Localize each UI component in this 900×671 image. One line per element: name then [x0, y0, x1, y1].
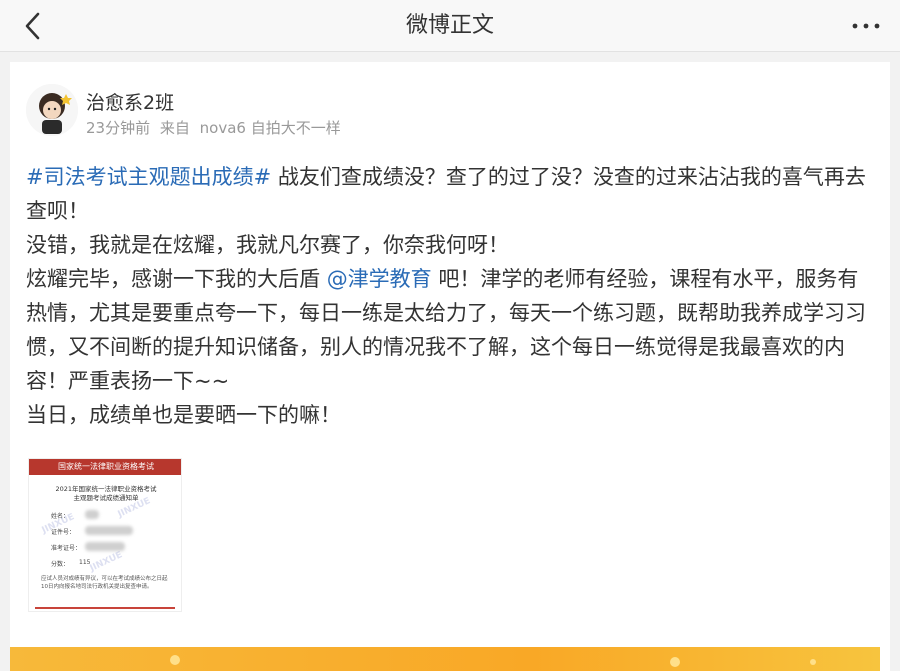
image-label-permit: 准考证号：: [51, 545, 82, 552]
post-line-3-pre: 炫耀完毕，感谢一下我的大后盾: [26, 267, 327, 291]
promo-banner[interactable]: [10, 647, 880, 671]
page-title: 微博正文: [405, 13, 494, 38]
more-dots-icon[interactable]: [848, 10, 884, 42]
watermark: JINXUE: [88, 550, 125, 574]
banner-decoration: [670, 657, 680, 667]
redacted-name: [85, 510, 99, 519]
author-name[interactable]: 治愈系2班: [86, 88, 174, 115]
banner-decoration: [170, 655, 180, 665]
score-report-image[interactable]: 国家统一法律职业资格考试 2021年国家统一法律职业资格考试 主观题考试成绩通知…: [28, 458, 182, 612]
redacted-id: [85, 526, 133, 535]
mention-link[interactable]: @津学教育: [327, 267, 432, 291]
source-prefix: 来自: [159, 119, 190, 137]
weibo-post-card: 治愈系2班 23分钟前 来自 nova6 自拍大不一样 #司法考试主观题出成绩#…: [10, 62, 890, 671]
image-label-score: 分数：: [51, 561, 70, 568]
avatar[interactable]: [26, 84, 78, 136]
image-header: 国家统一法律职业资格考试: [29, 459, 181, 475]
hashtag-link[interactable]: #司法考试主观题出成绩#: [26, 165, 271, 189]
post-text: #司法考试主观题出成绩# 战友们查成绩没？查了的过了没？没查的过来沾沾我的喜气再…: [26, 160, 878, 432]
post-paragraph-4: 当日，成绩单也是要晒一下的嘛！: [26, 403, 341, 427]
image-note: 应试人员对成绩有异议，可以在考试成绩公布之日起10日内向报名地司法行政机关提出复…: [41, 576, 168, 590]
post-meta: 23分钟前 来自 nova6 自拍大不一样: [86, 117, 346, 138]
post-time: 23分钟前: [86, 119, 151, 137]
post-device[interactable]: nova6 自拍大不一样: [200, 119, 341, 137]
post-paragraph-2: 没错，我就是在炫耀，我就凡尔赛了，你奈我何呀！: [26, 233, 509, 257]
post-paragraph-3: 炫耀完毕，感谢一下我的大后盾 @津学教育 吧！津学的老师有经验，课程有水平，服务…: [26, 262, 878, 398]
top-nav-bar: 微博正文: [0, 0, 900, 52]
image-title-2: 主观题考试成绩通知单: [73, 494, 139, 502]
post-paragraph-1: #司法考试主观题出成绩# 战友们查成绩没？查了的过了没？没查的过来沾沾我的喜气再…: [26, 160, 878, 228]
image-divider: [35, 607, 175, 609]
banner-decoration: [810, 659, 816, 665]
